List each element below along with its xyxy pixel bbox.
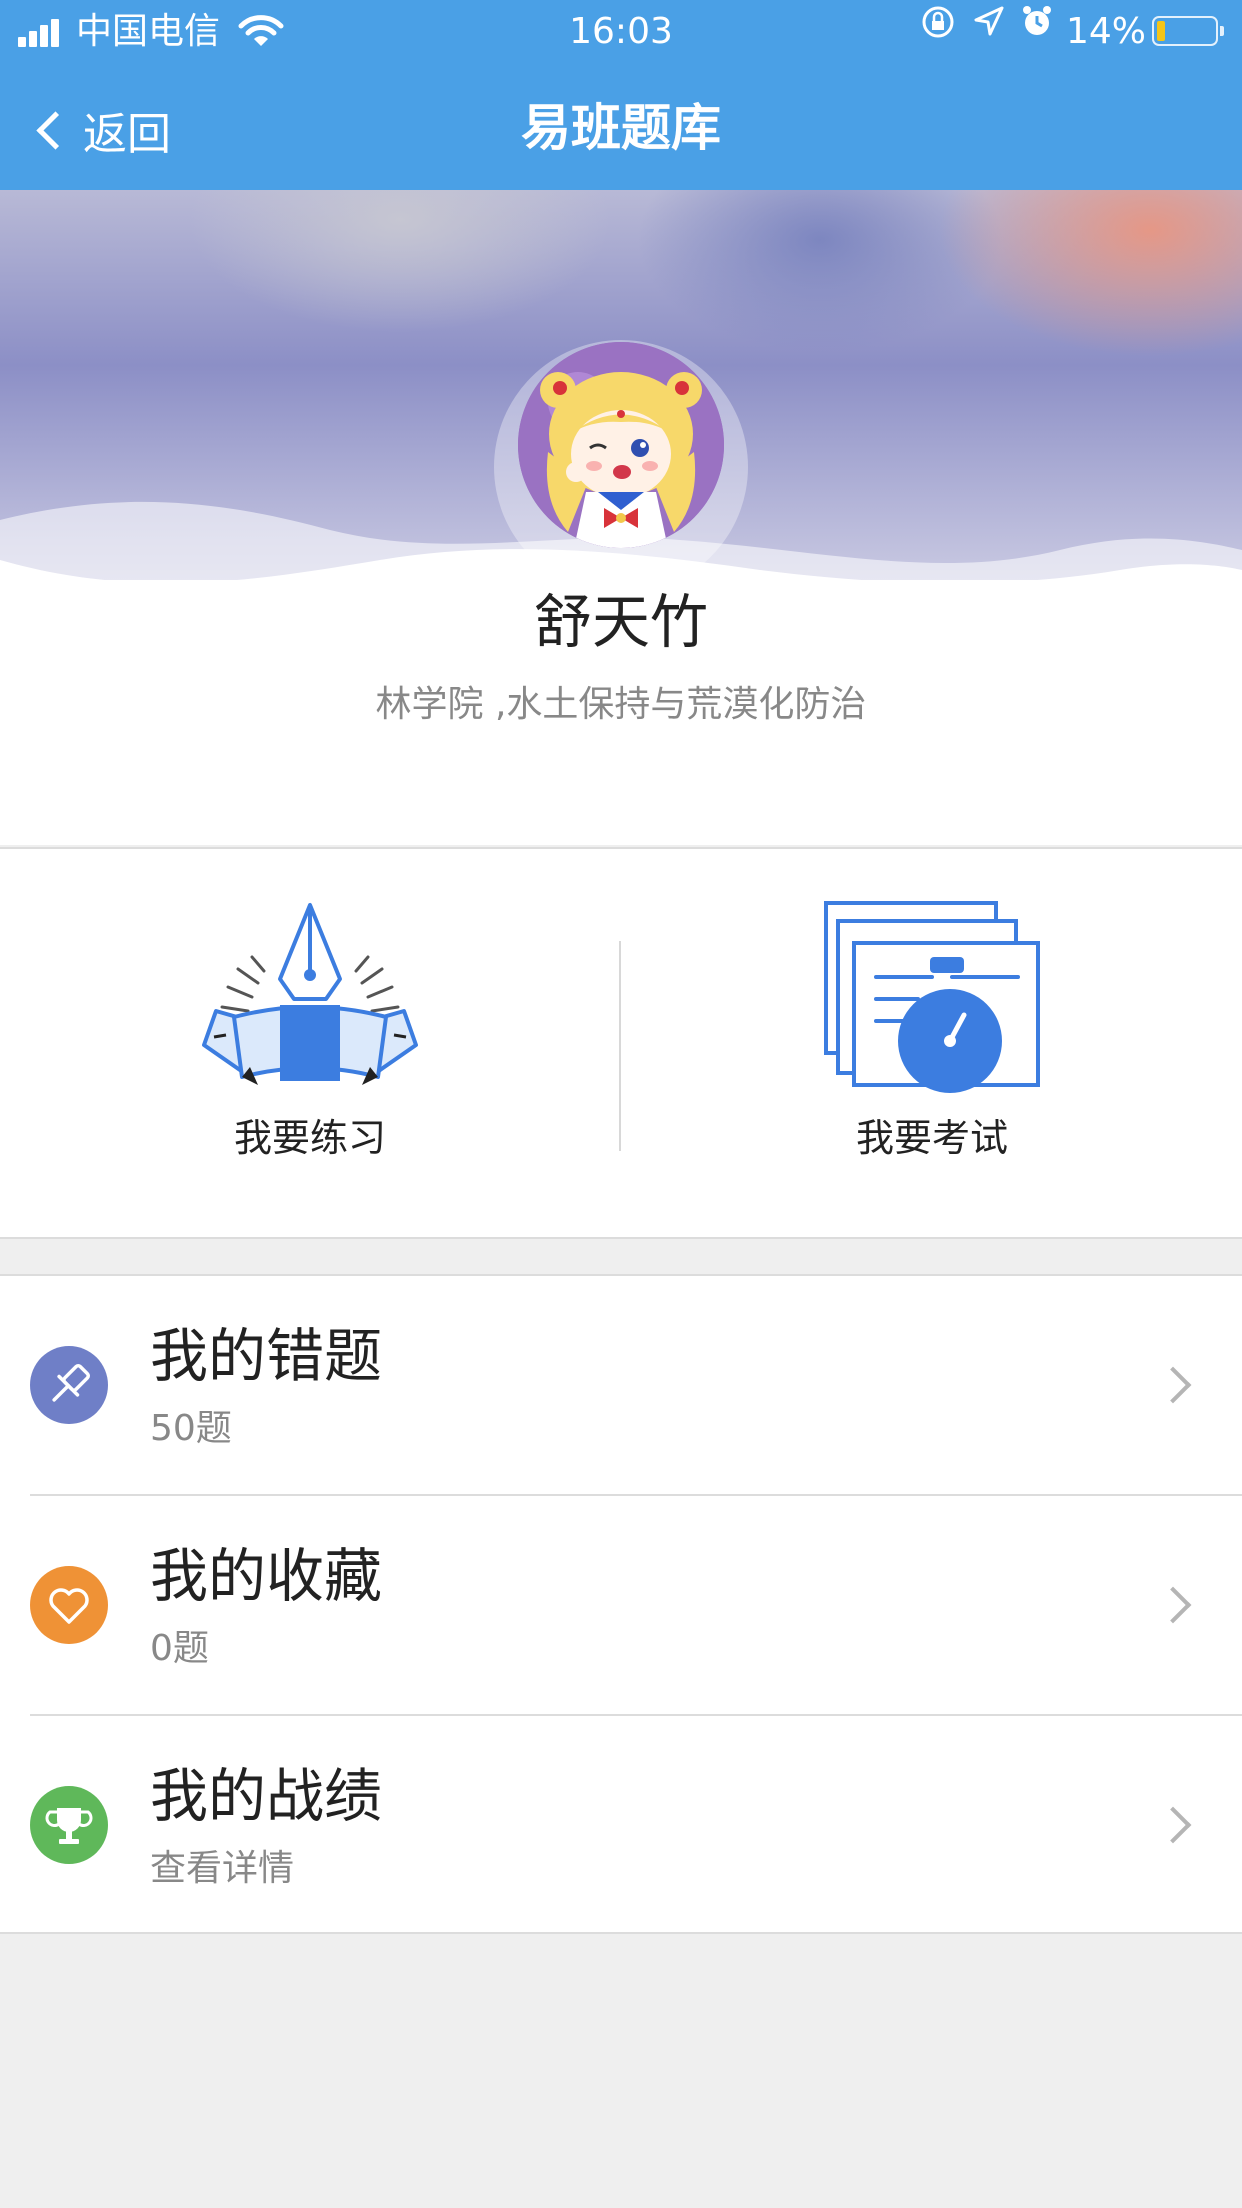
- practice-label: 我要练习: [233, 1116, 386, 1160]
- fountain-pen-icon: [202, 903, 418, 1085]
- list-item-favorites[interactable]: 我的收藏 0题: [0, 1496, 1242, 1714]
- profile-header: 舒天竹 林学院 ,水土保持与荒漠化防治: [0, 190, 1242, 845]
- avatar[interactable]: [518, 342, 724, 548]
- list-item-title: 我的战绩: [150, 1762, 383, 1830]
- action-divider: [619, 941, 621, 1151]
- list-item-title: 我的收藏: [150, 1542, 383, 1610]
- user-name: 舒天竹: [533, 588, 708, 656]
- battery-icon: [1152, 16, 1224, 46]
- chevron-right-icon: [1154, 1806, 1192, 1844]
- pin-icon: [30, 1346, 108, 1424]
- alarm-icon: [1023, 6, 1051, 35]
- chevron-right-icon: [1154, 1366, 1192, 1404]
- heart-icon: [30, 1566, 108, 1644]
- list-item-wrong-questions[interactable]: 我的错题 50题: [0, 1276, 1242, 1494]
- location-icon: [974, 6, 1004, 36]
- list-item-subtitle: 0题: [150, 1628, 209, 1669]
- status-bar: 中国电信 16:03 14%: [0, 0, 1242, 64]
- battery-percent: 14%: [1066, 11, 1147, 52]
- action-panel: 我要练习 我要考试: [0, 847, 1242, 1239]
- top-bar: 中国电信 16:03 14% 返回 易班题库: [0, 0, 1242, 190]
- practice-button[interactable]: 我要练习: [0, 849, 620, 1237]
- page-title: 易班题库: [521, 99, 721, 157]
- trophy-icon: [30, 1786, 108, 1864]
- list-item-records[interactable]: 我的战绩 查看详情: [0, 1716, 1242, 1934]
- list-item-subtitle: 查看详情: [150, 1848, 295, 1889]
- exam-button[interactable]: 我要考试: [622, 849, 1242, 1237]
- chevron-right-icon: [1154, 1586, 1192, 1624]
- orientation-lock-icon: [922, 6, 954, 38]
- stopwatch-documents-icon: [824, 901, 1040, 1093]
- menu-list: 我的错题 50题 我的收藏 0题 我的战绩 查看详情: [0, 1274, 1242, 1934]
- exam-label: 我要考试: [855, 1116, 1008, 1160]
- list-item-subtitle: 50题: [150, 1408, 232, 1449]
- clock: 16:03: [569, 11, 673, 52]
- list-item-title: 我的错题: [150, 1322, 383, 1390]
- user-department: 林学院 ,水土保持与荒漠化防治: [375, 684, 867, 725]
